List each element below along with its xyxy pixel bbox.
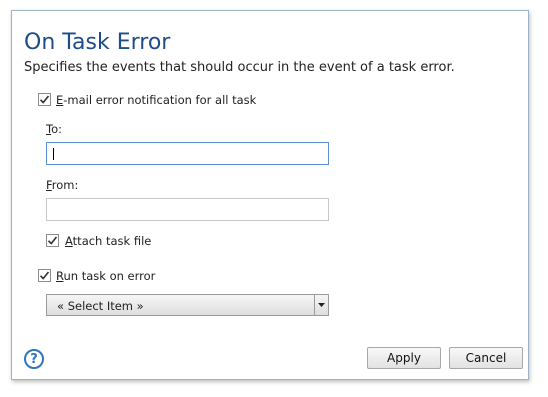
from-label-text: rom: [51, 178, 79, 192]
run-task-on-error-text: un task on error [63, 269, 156, 283]
text-caret [53, 148, 54, 160]
run-task-on-error-label[interactable]: Run task on error [56, 269, 155, 283]
cancel-button[interactable]: Cancel [449, 347, 523, 369]
email-notification-label-text: -mail error notification for all task [63, 93, 257, 107]
email-notification-label[interactable]: E-mail error notification for all task [56, 93, 256, 107]
to-label: To: [46, 122, 62, 136]
chevron-down-icon[interactable] [314, 295, 328, 315]
attach-task-file-access-key: A [65, 234, 73, 248]
run-task-on-error-checkbox[interactable] [38, 269, 51, 282]
on-task-error-dialog: On Task Error Specifies the events that … [11, 10, 529, 380]
to-label-text: o: [51, 122, 62, 136]
task-select-value: « Select Item » [57, 299, 144, 313]
email-notification-checkbox[interactable] [38, 93, 51, 106]
attach-task-file-checkbox[interactable] [46, 234, 59, 247]
checkmark-icon [39, 95, 50, 104]
attach-task-file-label[interactable]: Attach task file [65, 234, 151, 248]
from-email-field[interactable] [46, 198, 329, 221]
apply-button[interactable]: Apply [367, 347, 441, 369]
dialog-subtitle: Specifies the events that should occur i… [24, 60, 455, 75]
attach-task-file-text: ttach task file [72, 234, 152, 248]
checkmark-icon [47, 236, 58, 245]
from-label: From: [46, 178, 78, 192]
to-email-field[interactable] [46, 142, 329, 165]
dialog-title: On Task Error [24, 30, 171, 55]
checkmark-icon [39, 271, 50, 280]
task-select-dropdown[interactable]: « Select Item » [46, 294, 329, 316]
help-icon-glyph: ? [30, 351, 38, 367]
help-icon[interactable]: ? [24, 349, 44, 369]
